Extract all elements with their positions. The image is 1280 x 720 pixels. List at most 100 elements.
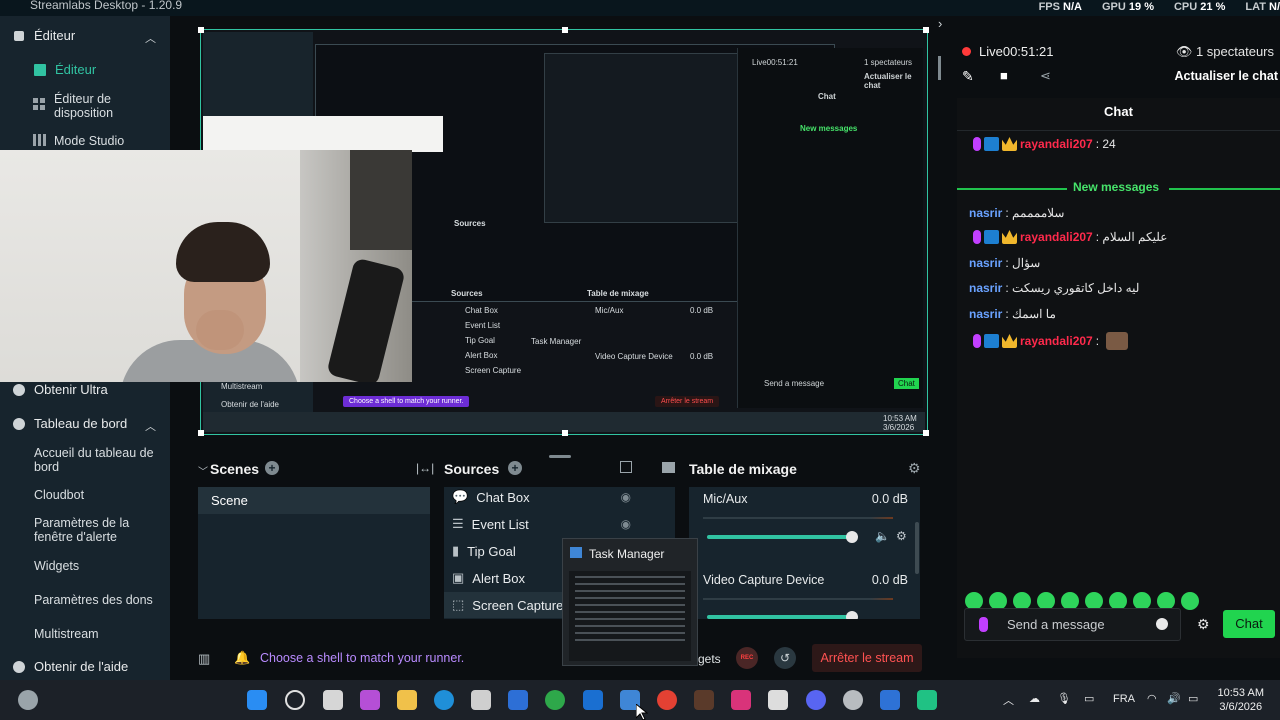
crown-badge-icon <box>1002 137 1017 151</box>
add-folder-icon[interactable] <box>662 462 675 473</box>
scenes-list: Scene <box>198 487 430 619</box>
speaker-icon[interactable]: 🔈 <box>875 529 890 543</box>
chrome-icon[interactable] <box>657 690 677 710</box>
edge-icon[interactable] <box>434 690 454 710</box>
perf-stats: FPS N/A GPU 19 % CPU 21 % LAT N/ <box>1039 1 1280 13</box>
resize-handle[interactable] <box>562 430 568 436</box>
source-folder-icon[interactable] <box>620 461 632 473</box>
task-manager-icon <box>570 547 582 558</box>
resize-handle[interactable] <box>923 27 929 33</box>
mixer-title: Table de mixage <box>689 461 797 477</box>
settings-icon[interactable] <box>843 690 863 710</box>
stats-icon[interactable]: ▥ <box>198 651 210 667</box>
chevron-down-icon[interactable]: ﹀ <box>198 463 208 478</box>
sidebar-item-editor[interactable]: Éditeur <box>33 62 96 77</box>
preview-date: 3/6/2026 <box>883 423 915 432</box>
mixer-volume-slider[interactable] <box>707 615 853 619</box>
wifi-icon[interactable]: ◠ <box>1147 692 1157 705</box>
emote-icon[interactable] <box>1181 592 1199 610</box>
chat-message: rayandali207: 24 <box>973 137 1116 151</box>
volume-icon[interactable]: 🔊 <box>1167 692 1181 705</box>
gear-icon[interactable]: ⚙ <box>1197 616 1210 633</box>
sidebar-item-help[interactable]: Obtenir de l'aide <box>12 659 128 674</box>
sidebar-item-layout-editor[interactable]: Éditeur de disposition <box>54 92 154 120</box>
vscode-icon[interactable] <box>508 690 528 710</box>
source-item[interactable]: ☰ Event List ◉ <box>444 511 675 537</box>
chevron-up-icon[interactable]: ︿ <box>145 418 156 434</box>
refresh-chat-button[interactable]: Actualiser le chat <box>1174 69 1278 83</box>
sidebar-item-ultra[interactable]: Obtenir Ultra <box>12 382 108 397</box>
resize-handle[interactable] <box>198 430 204 436</box>
preview-send: Send a message <box>764 379 825 388</box>
edit-icon[interactable]: ✎ <box>962 68 974 85</box>
mixer-scrollbar[interactable] <box>915 522 919 574</box>
sidebar-item-multistream[interactable]: Multistream <box>34 627 99 641</box>
scene-item[interactable]: Scene <box>198 487 430 514</box>
gear-icon[interactable]: ⚙ <box>896 529 907 543</box>
dock-resize-grip[interactable] <box>549 455 571 458</box>
sidebar-item-donation-settings[interactable]: Paramètres des dons <box>34 593 153 607</box>
mixer-volume-knob[interactable] <box>846 611 858 619</box>
screen-icon: ⬚ <box>452 597 465 612</box>
source-item[interactable]: 💬 Chat Box ◉ <box>444 484 675 510</box>
file-explorer-icon[interactable] <box>397 690 417 710</box>
visibility-icon[interactable]: ◉ <box>621 490 631 504</box>
discord-icon[interactable] <box>806 690 826 710</box>
search-icon[interactable] <box>285 690 305 710</box>
onedrive-icon[interactable]: ☁ <box>1029 692 1040 705</box>
widgets-icon[interactable] <box>18 690 38 710</box>
app-icon[interactable] <box>694 690 714 710</box>
preview-mixer-db: 0.0 dB <box>690 306 714 315</box>
sidebar-item-cloudbot[interactable]: Cloudbot <box>34 488 84 502</box>
store-icon[interactable] <box>471 690 491 710</box>
streamlabs-icon[interactable] <box>917 690 937 710</box>
chat-message-input[interactable]: Send a message <box>964 608 1181 641</box>
resize-handle[interactable] <box>562 27 568 33</box>
cpu-stat: CPU 21 % <box>1173 1 1226 13</box>
sidebar-item-dashboard-home[interactable]: Accueil du tableau de bord <box>34 446 159 474</box>
transition-icon[interactable]: |↔| <box>416 461 434 475</box>
webcam-feed <box>0 150 412 382</box>
chevron-up-icon[interactable]: ︿ <box>145 30 156 46</box>
sidebar-item-widgets[interactable]: Widgets <box>34 559 79 573</box>
sidebar-item-alert-settings[interactable]: Paramètres de la fenêtre d'alerte <box>34 516 154 544</box>
record-button[interactable]: REC <box>736 647 758 669</box>
bell-icon[interactable]: 🔔 <box>234 650 250 666</box>
visibility-icon[interactable]: ◉ <box>621 517 631 531</box>
app-icon[interactable] <box>768 690 788 710</box>
chevron-right-icon[interactable]: › <box>938 16 942 31</box>
sidebar-group-dashboard[interactable]: Tableau de bord <box>12 416 127 431</box>
mixer-volume-knob[interactable] <box>846 531 858 543</box>
share-icon[interactable]: ⋖ <box>1040 68 1051 84</box>
camera-icon[interactable]: ■ <box>1000 68 1008 83</box>
task-view-icon[interactable] <box>323 690 343 710</box>
alert-icon: ▣ <box>452 570 465 585</box>
runner-notification[interactable]: Choose a shell to match your runner. <box>260 651 464 665</box>
xbox-icon[interactable] <box>545 690 565 710</box>
chat-message: nasrir: سلاممممم <box>969 206 1065 220</box>
instagram-icon[interactable] <box>731 690 751 710</box>
mic-icon[interactable]: 🎙 <box>1057 692 1071 705</box>
resize-handle[interactable] <box>923 430 929 436</box>
start-icon[interactable] <box>247 690 267 710</box>
copilot-icon[interactable] <box>360 690 380 710</box>
sidebar-item-studio-mode[interactable]: Mode Studio <box>54 134 124 148</box>
gear-icon[interactable]: ⚙ <box>908 460 921 477</box>
emoji-icon[interactable] <box>1156 618 1168 630</box>
stop-stream-button[interactable]: Arrêter le stream <box>812 644 922 672</box>
add-scene-icon[interactable]: + <box>265 461 279 475</box>
clock[interactable]: 10:53 AM 3/6/2026 <box>1218 686 1264 714</box>
battery-icon[interactable]: ▭ <box>1188 692 1198 705</box>
display-icon[interactable]: ▭ <box>1084 692 1094 705</box>
add-source-icon[interactable]: + <box>508 461 522 475</box>
language-indicator[interactable]: FRA <box>1113 693 1135 705</box>
chevron-up-icon[interactable]: ︿ <box>1003 692 1014 708</box>
sidebar-group-editor[interactable]: Éditeur <box>12 28 75 43</box>
mixer-volume-slider[interactable] <box>707 535 853 539</box>
outlook-icon[interactable] <box>583 690 603 710</box>
app-icon[interactable] <box>880 690 900 710</box>
resize-handle[interactable] <box>198 27 204 33</box>
chat-send-button[interactable]: Chat <box>1223 610 1275 638</box>
replay-buffer-button[interactable]: ↺ <box>774 647 796 669</box>
panel-scrollbar[interactable] <box>938 56 941 80</box>
